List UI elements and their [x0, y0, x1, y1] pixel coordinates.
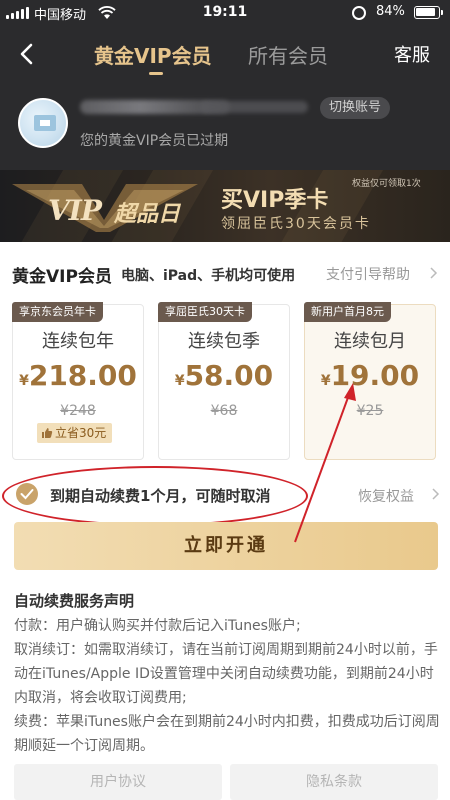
- annotation-circle: [2, 466, 308, 526]
- activate-now-button[interactable]: 立即开通: [14, 522, 438, 570]
- chevron-left-icon: [20, 43, 33, 65]
- status-bar: 中国移动 19:11 84%: [0, 0, 450, 26]
- membership-expired-text: 您的黄金VIP会员已过期: [80, 133, 229, 149]
- user-info: 切换账号 您的黄金VIP会员已过期: [0, 88, 450, 158]
- plan-devices: 电脑、iPad、手机均可使用: [121, 268, 296, 284]
- plan-card-quarterly[interactable]: 享屈臣氏30天卡 连续包季 ¥58.00 ¥68: [158, 302, 290, 460]
- user-id-redacted: [200, 101, 308, 113]
- card-price: ¥58.00: [174, 359, 274, 392]
- battery-percent: 84%: [376, 4, 405, 19]
- banner-subtitle: 领屈臣氏30天会员卡: [221, 216, 371, 232]
- active-tab-indicator: [149, 72, 163, 75]
- renewal-declaration-text: 付款：用户确认购买并付款后记入iTunes账户; 取消续订：如需取消续订，请在当…: [14, 614, 440, 758]
- card-tag: 享京东会员年卡: [12, 302, 103, 322]
- banner-note: 权益仅可领取1次: [352, 179, 421, 189]
- tab-all-members[interactable]: 所有会员: [248, 40, 328, 69]
- card-name: 连续包年: [42, 331, 114, 352]
- card-tag: 享屈臣氏30天卡: [158, 302, 252, 322]
- restore-rights-link[interactable]: 恢复权益: [358, 486, 414, 506]
- plan-card-annual[interactable]: 享京东会员年卡 连续包年 ¥218.00 ¥248 立省30元: [12, 302, 144, 460]
- card-original-price: ¥248: [60, 403, 96, 419]
- plan-card-monthly[interactable]: 新用户首月8元 连续包月 ¥19.00 ¥25: [304, 302, 436, 460]
- card-price: ¥19.00: [320, 359, 420, 392]
- renewal-declaration-title: 自动续费服务声明: [14, 592, 135, 610]
- top-nav: 黄金VIP会员 所有会员 客服: [0, 26, 450, 86]
- avatar: [18, 98, 68, 148]
- chevron-right-icon: [430, 267, 438, 279]
- user-agreement-button[interactable]: 用户协议: [14, 764, 222, 800]
- plan-header: 黄金VIP会员 电脑、iPad、手机均可使用 支付引导帮助: [0, 258, 450, 288]
- payment-help-link[interactable]: 支付引导帮助: [326, 264, 410, 284]
- card-name: 连续包月: [334, 331, 406, 352]
- thumbs-up-icon: [42, 428, 53, 438]
- switch-account-button[interactable]: 切换账号: [320, 97, 391, 119]
- rotation-lock-icon: [352, 6, 366, 20]
- banner-title: 买VIP季卡: [221, 188, 329, 213]
- battery-icon: [414, 6, 443, 19]
- promo-banner[interactable]: VIP 超品日 买VIP季卡 领屈臣氏30天会员卡 权益仅可领取1次: [0, 170, 450, 242]
- declaration-line: 付款：用户确认购买并付款后记入iTunes账户;: [14, 618, 301, 634]
- plan-title: 黄金VIP会员: [12, 267, 112, 287]
- card-name: 连续包季: [188, 331, 260, 352]
- card-price: ¥218.00: [19, 359, 137, 392]
- declaration-line: 取消续订：如需取消续订，请在当前订阅周期到期前24小时以前，手动在iTunes/…: [14, 642, 438, 706]
- customer-service-link[interactable]: 客服: [394, 41, 430, 67]
- super-day-text: 超品日: [114, 202, 181, 227]
- vip-logo-text: VIP: [48, 194, 102, 227]
- card-tag: 新用户首月8元: [304, 302, 391, 322]
- card-original-price: ¥25: [356, 403, 384, 419]
- chevron-right-icon: [432, 488, 440, 500]
- privacy-terms-button[interactable]: 隐私条款: [230, 764, 438, 800]
- declaration-line: 续费：苹果iTunes账户会在到期前24小时内扣费，扣费成功后订阅周期顺延一个订…: [14, 714, 440, 754]
- savings-badge: 立省30元: [37, 423, 113, 443]
- tab-gold-vip[interactable]: 黄金VIP会员: [94, 40, 212, 69]
- card-original-price: ¥68: [210, 403, 238, 419]
- header-area: 中国移动 19:11 84% 黄金VIP会员 所有会员 客服 切换账号 您的黄金…: [0, 0, 450, 170]
- back-button[interactable]: [12, 38, 44, 70]
